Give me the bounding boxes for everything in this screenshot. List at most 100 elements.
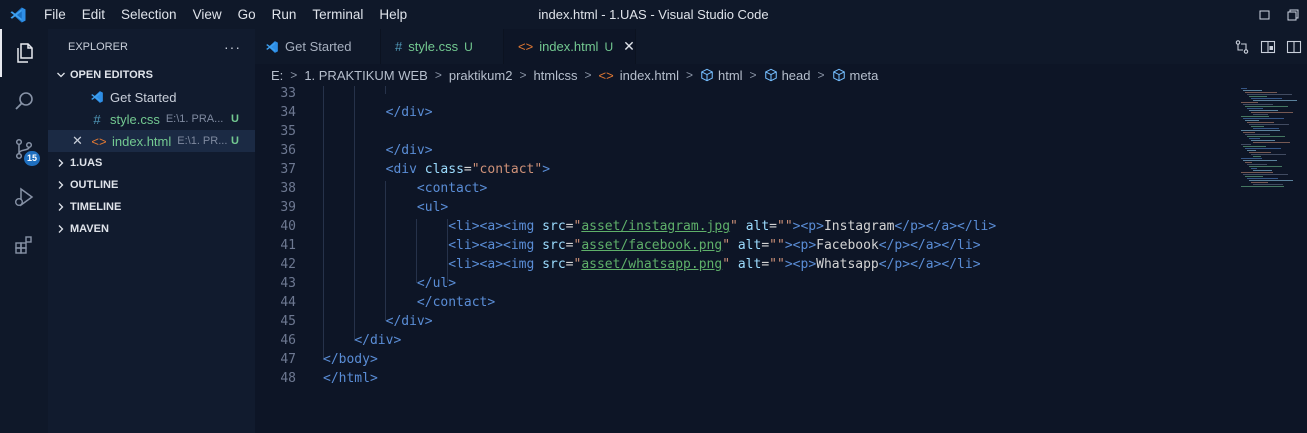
search-activity[interactable]	[0, 77, 48, 125]
line-number: 36	[280, 143, 296, 158]
code-line[interactable]: 48 </html>	[255, 369, 1233, 388]
minimap-line	[1243, 90, 1262, 91]
chevron-right-icon: >	[749, 68, 757, 82]
section-label: OUTLINE	[70, 179, 119, 191]
chevron-right-icon: >	[584, 68, 592, 82]
untracked-badge: U	[464, 39, 473, 54]
line-number: 35	[280, 124, 296, 139]
code-line[interactable]: 43 </ul>	[255, 274, 1233, 293]
breadcrumb-symbol[interactable]: head	[764, 67, 811, 83]
code-line[interactable]: 37 <div class="contact">	[255, 160, 1233, 179]
open-preview-button[interactable]	[1255, 39, 1281, 55]
breadcrumb-folder[interactable]: 1. PRAKTIKUM WEB	[304, 68, 428, 83]
line-number: 41	[280, 238, 296, 253]
element-symbol-icon	[700, 68, 714, 82]
minimap-line	[1251, 168, 1257, 169]
explorer-activity[interactable]	[0, 29, 48, 77]
breadcrumb: E: > 1. PRAKTIKUM WEB > praktikum2 > htm…	[255, 64, 1307, 86]
restore-button[interactable]	[1279, 0, 1307, 29]
code-line[interactable]: 45 </div>	[255, 312, 1233, 331]
chevron-right-icon: >	[434, 68, 442, 82]
menu-selection[interactable]: Selection	[113, 0, 185, 29]
open-editor-get-started[interactable]: Get Started	[48, 86, 255, 108]
close-icon[interactable]: ✕	[623, 38, 635, 55]
minimap[interactable]	[1233, 86, 1307, 433]
code-line[interactable]: 36 </div>	[255, 141, 1233, 160]
code-line[interactable]: 41 <li><a><img src="asset/facebook.png" …	[255, 236, 1233, 255]
menu-view[interactable]: View	[185, 0, 230, 29]
compare-changes-icon	[1235, 39, 1249, 54]
code-line[interactable]: 46 </div>	[255, 331, 1233, 350]
section-open-editors[interactable]: OPEN EDITORS	[48, 64, 255, 86]
line-number: 38	[280, 181, 296, 196]
code-line[interactable]: 47 </body>	[255, 350, 1233, 369]
breadcrumb-symbol-label: head	[781, 67, 811, 83]
code-line[interactable]: 34 </div>	[255, 103, 1233, 122]
extensions-activity[interactable]	[0, 221, 48, 269]
extensions-icon	[15, 236, 32, 254]
source-control-activity[interactable]: 15	[0, 125, 48, 173]
code-text: <contact>	[416, 181, 488, 196]
sidebar-header: EXPLORER ···	[48, 29, 255, 64]
code-text: </contact>	[416, 295, 496, 310]
menu-file[interactable]: File	[36, 0, 74, 29]
open-editor-name: index.html	[112, 133, 172, 149]
breadcrumb-drive[interactable]: E:	[271, 68, 283, 83]
minimize-button[interactable]	[1251, 0, 1279, 29]
minimap-line	[1251, 140, 1275, 141]
minimap-line	[1247, 122, 1274, 123]
menu-help[interactable]: Help	[371, 0, 415, 29]
section-maven[interactable]: MAVEN	[48, 218, 255, 240]
breadcrumb-symbol[interactable]: html	[700, 68, 743, 83]
breadcrumb-folder[interactable]: htmlcss	[533, 68, 577, 83]
close-icon[interactable]: ✕	[72, 133, 88, 149]
chevron-right-icon: >	[519, 68, 527, 82]
line-number: 37	[280, 162, 296, 177]
open-editor-index-html[interactable]: ✕ <> index.html E:\1. PR... U	[48, 130, 255, 152]
line-number: 39	[280, 200, 296, 215]
code-line[interactable]: 33	[255, 84, 1233, 103]
chevron-right-icon	[54, 180, 68, 190]
code-line[interactable]: 38 <contact>	[255, 179, 1233, 198]
open-editor-style-css[interactable]: # style.css E:\1. PRA... U	[48, 108, 255, 130]
open-changes-button[interactable]	[1229, 39, 1255, 55]
minimap-line	[1243, 160, 1277, 161]
minimap-line	[1253, 170, 1272, 171]
untracked-badge: U	[604, 39, 614, 54]
code-line[interactable]: 44 </contact>	[255, 293, 1233, 312]
breadcrumb-file[interactable]: <> index.html	[599, 68, 679, 83]
menu-terminal[interactable]: Terminal	[304, 0, 371, 29]
code-line[interactable]: 40 <li><a><img src="asset/instagram.jpg"…	[255, 217, 1233, 236]
breadcrumb-symbol-label: meta	[849, 67, 879, 83]
code-line[interactable]: 35	[255, 122, 1233, 141]
code-editor[interactable]: 33 34 </div> 35 36 </div> 37 <div class="con…	[255, 86, 1233, 433]
minimap-line	[1241, 102, 1258, 103]
line-number: 33	[280, 86, 296, 101]
code-text: </html>	[323, 371, 378, 386]
menu-go[interactable]: Go	[230, 0, 264, 29]
split-editor-button[interactable]	[1281, 39, 1307, 55]
tab-get-started[interactable]: Get Started	[255, 29, 381, 64]
section-outline[interactable]: OUTLINE	[48, 174, 255, 196]
breadcrumb-symbol[interactable]: meta	[832, 67, 879, 83]
menu-run[interactable]: Run	[264, 0, 305, 29]
code-line[interactable]: 39 <ul>	[255, 198, 1233, 217]
minimap-line	[1249, 152, 1271, 153]
untracked-badge: U	[231, 135, 239, 147]
code-line[interactable]: 42 <li><a><img src="asset/whatsapp.png" …	[255, 255, 1233, 274]
tab-style-css[interactable]: # style.css U	[381, 29, 504, 64]
menu-bar: File Edit Selection View Go Run Terminal…	[36, 0, 415, 29]
run-debug-activity[interactable]	[0, 173, 48, 221]
section-timeline[interactable]: TIMELINE	[48, 196, 255, 218]
breadcrumb-folder[interactable]: praktikum2	[449, 68, 513, 83]
section-workspace[interactable]: 1.UAS	[48, 152, 255, 174]
minimap-line	[1253, 114, 1268, 115]
tab-index-html[interactable]: <> index.html U ✕	[504, 29, 636, 64]
menu-edit[interactable]: Edit	[74, 0, 113, 29]
minimap-line	[1241, 88, 1247, 89]
more-actions-icon[interactable]: ···	[224, 39, 241, 55]
code-text: </div>	[385, 314, 433, 329]
open-editor-path: E:\1. PR...	[177, 135, 228, 147]
breadcrumb-symbol-label: html	[717, 67, 743, 83]
minimap-line	[1253, 100, 1297, 101]
